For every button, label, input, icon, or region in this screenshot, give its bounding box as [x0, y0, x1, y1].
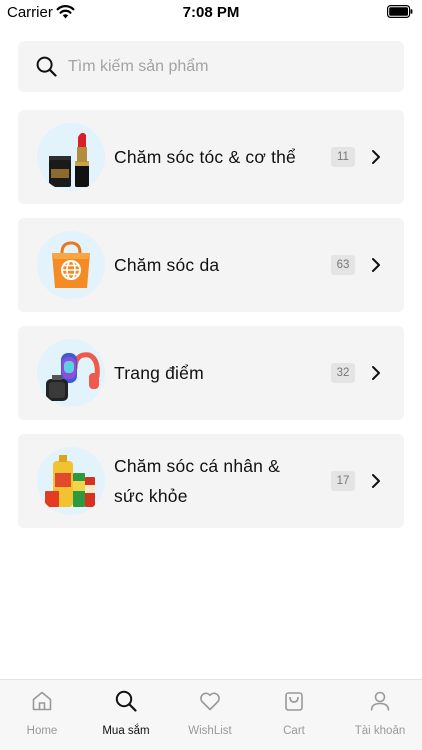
category-label: Trang điểm — [114, 363, 204, 383]
tab-label: Tài khoản — [354, 725, 406, 737]
tab-label: Home — [26, 725, 58, 737]
category-image-lipstick — [37, 123, 105, 191]
tab-home[interactable]: Home — [0, 680, 84, 750]
tab-wishlist[interactable]: WishList — [168, 680, 252, 750]
tab-shopping[interactable]: Mua sắm — [84, 680, 168, 750]
bottom-tab-bar: Home Mua sắm WishList Cart Tài khoản — [0, 679, 422, 750]
search-bar[interactable] — [18, 41, 404, 92]
category-hair-body-care[interactable]: Chăm sóc tóc & cơ thể 11 — [18, 110, 404, 204]
tab-label: Cart — [283, 725, 305, 737]
battery-icon — [387, 5, 413, 18]
category-image-shopping-bag — [37, 231, 105, 299]
tab-label: Mua sắm — [102, 725, 150, 737]
category-personal-health-care[interactable]: Chăm sóc cá nhân & sức khỏe 17 — [18, 434, 404, 528]
category-label: Chăm sóc da — [114, 255, 220, 275]
home-icon — [32, 691, 52, 711]
category-count-badge: 11 — [331, 147, 355, 167]
chevron-right-icon — [372, 258, 380, 272]
category-label: Chăm sóc cá nhân & sức khỏe — [114, 456, 281, 506]
tab-label: WishList — [188, 725, 232, 737]
category-skin-care[interactable]: Chăm sóc da 63 — [18, 218, 404, 312]
search-icon — [115, 690, 137, 712]
category-makeup[interactable]: Trang điểm 32 — [18, 326, 404, 420]
heart-icon — [200, 692, 220, 711]
category-image-gadgets — [37, 339, 105, 407]
category-image-groceries — [37, 447, 105, 515]
clock: 7:08 PM — [182, 4, 240, 21]
bag-icon — [285, 692, 303, 711]
category-count-badge: 63 — [331, 255, 355, 275]
category-count-badge: 32 — [331, 363, 355, 383]
tab-cart[interactable]: Cart — [252, 680, 336, 750]
search-input[interactable] — [68, 41, 388, 92]
tab-account[interactable]: Tài khoản — [338, 680, 422, 750]
chevron-right-icon — [372, 474, 380, 488]
category-label: Chăm sóc tóc & cơ thể — [114, 147, 296, 167]
search-icon — [36, 56, 57, 77]
user-icon — [370, 691, 390, 711]
chevron-right-icon — [372, 366, 380, 380]
chevron-right-icon — [372, 150, 380, 164]
status-bar: Carrier 7:08 PM — [0, 0, 422, 26]
category-count-badge: 17 — [331, 471, 355, 491]
